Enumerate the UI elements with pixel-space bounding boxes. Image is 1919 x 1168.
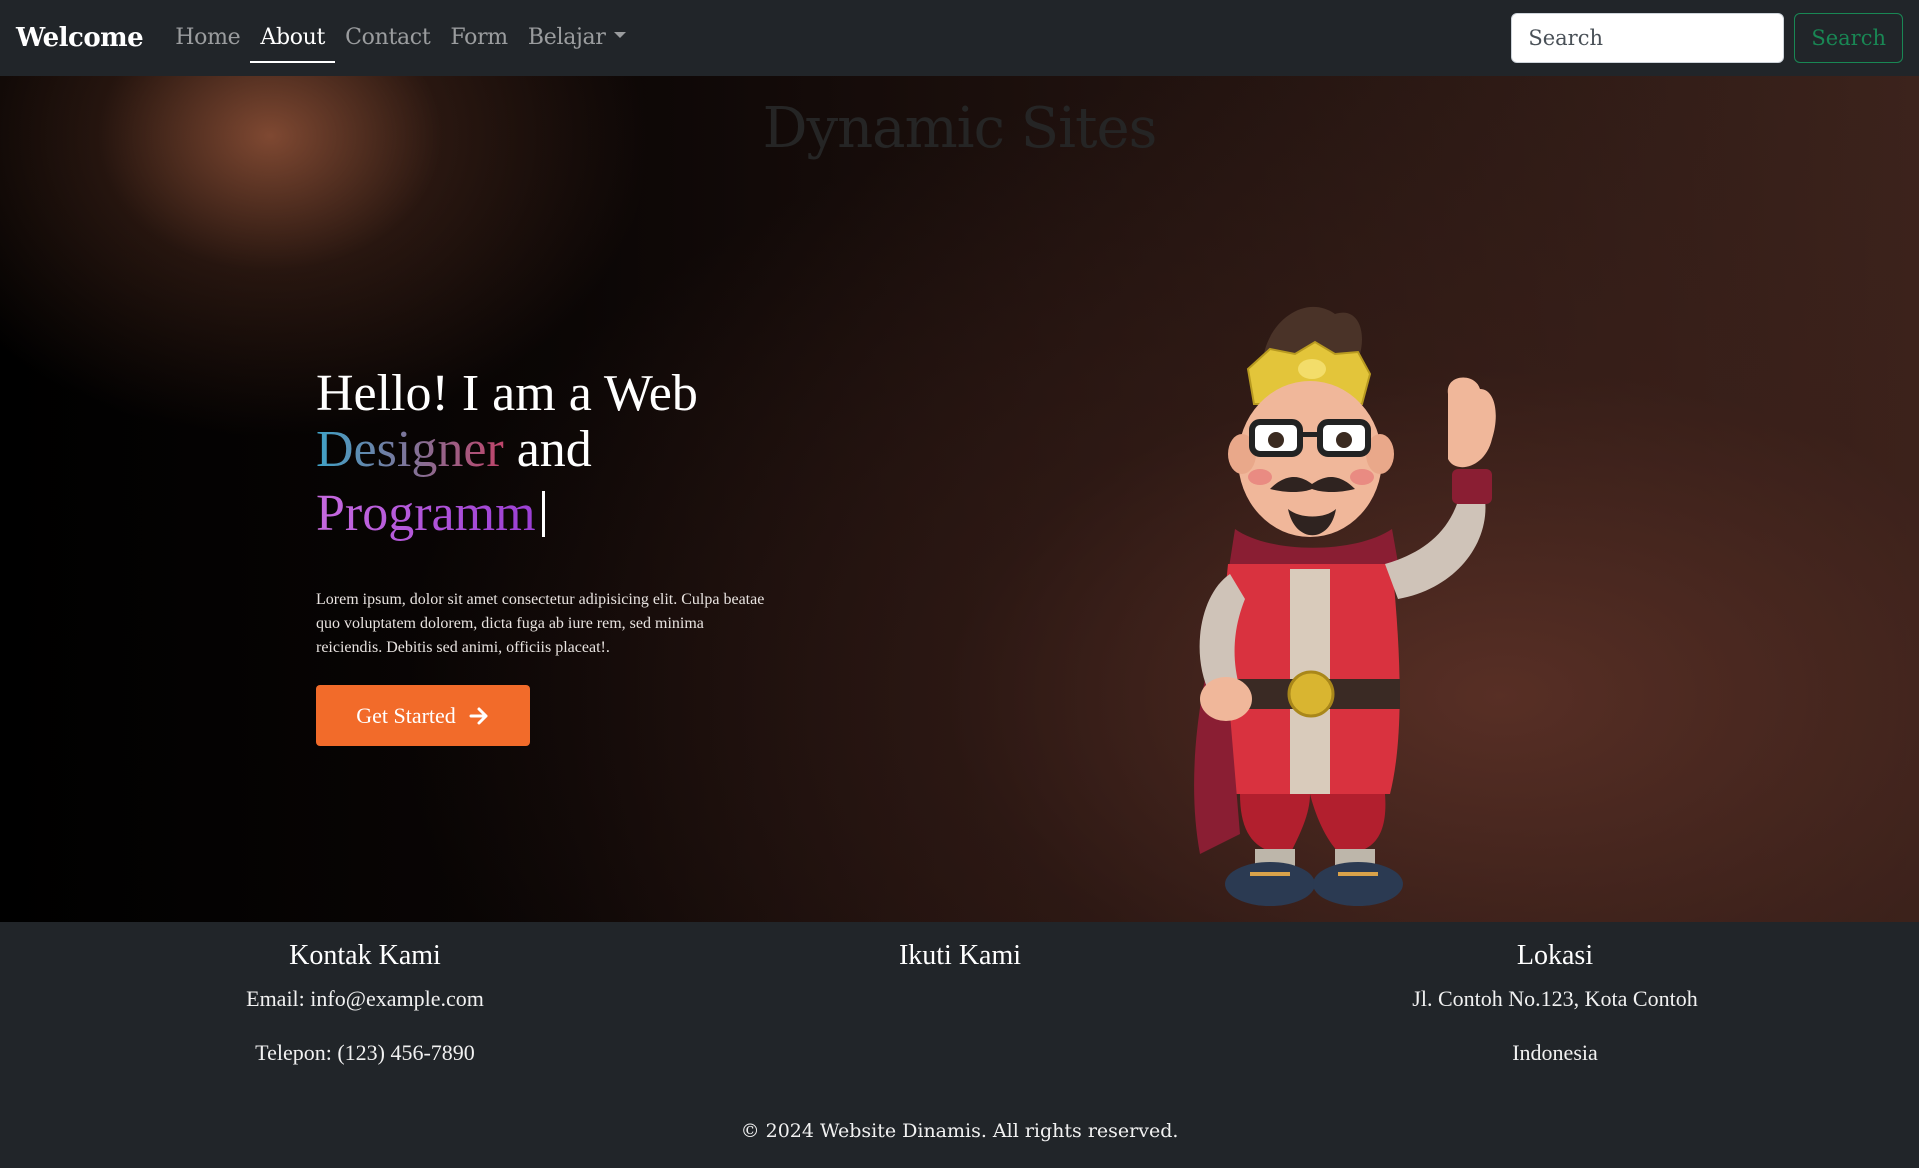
copyright: © 2024 Website Dinamis. All rights reser…: [740, 1120, 1179, 1142]
headline-line2: Designer and: [316, 422, 698, 478]
dropdown-label: Belajar: [527, 25, 606, 50]
navbar: Welcome Home About Contact Form Belajar …: [0, 0, 1919, 76]
arrow-right-icon: [469, 707, 488, 724]
headline-typed-word: Programm: [316, 485, 536, 542]
search-input[interactable]: [1511, 13, 1785, 63]
nav-link-home[interactable]: Home: [165, 15, 250, 61]
hero-section: Dynamic Sites Hello! I am a Web Designer…: [0, 76, 1919, 922]
nav-link-about[interactable]: About: [250, 15, 335, 63]
footer-address: Jl. Contoh No.123, Kota Contoh: [1412, 986, 1698, 1011]
footer-phone: Telepon: (123) 456-7890: [255, 1040, 475, 1065]
footer-location: Lokasi Jl. Contoh No.123, Kota Contoh In…: [1355, 940, 1755, 1094]
hero-description: Lorem ipsum, dolor sit amet consectetur …: [316, 591, 765, 656]
footer-email: Email: info@example.com: [246, 986, 484, 1011]
footer-follow-title: Ikuti Kami: [898, 940, 1022, 971]
search-button[interactable]: Search: [1794, 13, 1903, 63]
get-started-button[interactable]: Get Started: [316, 685, 530, 746]
hero-title: Dynamic Sites: [762, 96, 1158, 161]
search-form: Search: [1511, 13, 1903, 63]
footer-follow: Ikuti Kami: [760, 940, 1160, 986]
headline-line1: Hello! I am a Web: [316, 365, 698, 422]
nav-link-form[interactable]: Form: [440, 15, 518, 61]
headline-and: and: [516, 421, 592, 478]
cartoon-character-illustration: [1194, 306, 1496, 906]
cta-label: Get Started: [356, 702, 456, 728]
chevron-down-icon: [613, 32, 626, 38]
nav-links: Home About Contact Form Belajar: [165, 0, 635, 76]
footer-contact-title: Kontak Kami: [289, 940, 441, 971]
headline-designer: Designer: [316, 421, 504, 478]
footer-contact: Kontak Kami Email: info@example.com Tele…: [165, 940, 565, 1094]
footer-location-title: Lokasi: [1516, 940, 1594, 971]
nav-link-contact[interactable]: Contact: [335, 15, 440, 61]
footer: Kontak Kami Email: info@example.com Tele…: [0, 922, 1919, 1168]
brand-logo[interactable]: Welcome: [16, 23, 144, 53]
nav-dropdown-belajar[interactable]: Belajar: [518, 15, 636, 61]
footer-country: Indonesia: [1512, 1040, 1598, 1065]
hero-headline: Hello! I am a Web Designer and Programm: [316, 366, 698, 542]
typing-cursor: [541, 491, 545, 538]
headline-line3: Programm: [316, 478, 698, 542]
